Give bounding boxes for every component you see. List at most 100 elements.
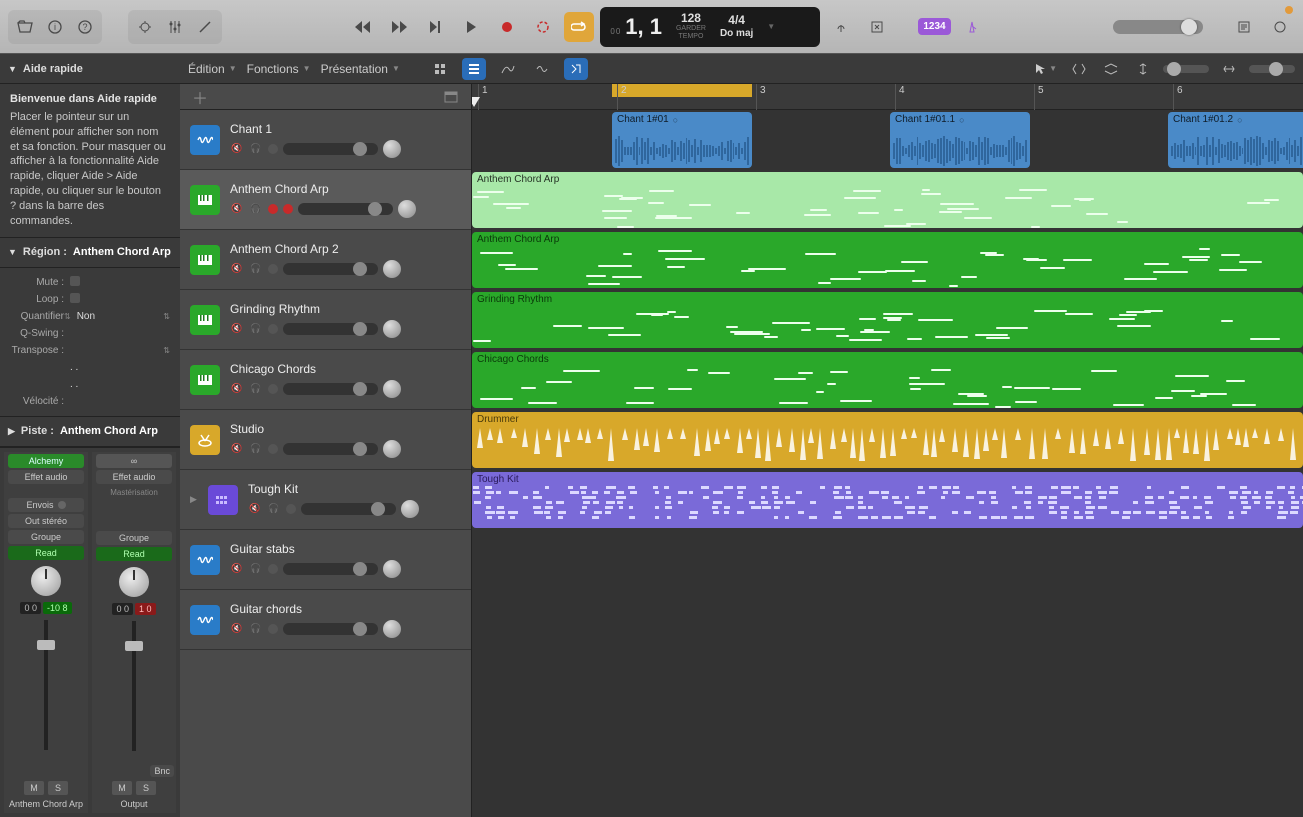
pan-knob[interactable] (383, 620, 401, 638)
list-view-button[interactable] (462, 58, 486, 80)
mute-icon[interactable]: 🔇 (230, 322, 244, 336)
v-zoom-fit-button[interactable] (1067, 58, 1091, 80)
audio-region[interactable]: Chant 1#01.2○ (1168, 112, 1303, 168)
mute-icon[interactable]: 🔇 (230, 202, 244, 216)
global-tracks-button[interactable] (441, 87, 461, 107)
audio-region[interactable]: Chant 1#01.1○ (890, 112, 1030, 168)
smart-controls-button[interactable] (130, 12, 160, 42)
pan-knob[interactable] (383, 380, 401, 398)
solo-button[interactable]: S (136, 781, 156, 795)
mute-button[interactable]: M (112, 781, 132, 795)
headphones-icon[interactable]: 🎧 (249, 322, 263, 336)
tuner-button[interactable] (826, 12, 856, 42)
audio-fx-slot[interactable]: Effet audio (96, 470, 172, 484)
qswing-row[interactable]: Q-Swing : (10, 325, 170, 342)
track-row[interactable]: Chicago Chords🔇🎧 (180, 350, 471, 410)
headphones-icon[interactable]: 🎧 (249, 202, 263, 216)
automation-button[interactable] (496, 58, 520, 80)
pan-knob[interactable] (383, 440, 401, 458)
track-row[interactable]: Guitar chords🔇🎧 (180, 590, 471, 650)
mute-row[interactable]: Mute : (10, 274, 170, 291)
volume-slider[interactable] (283, 263, 378, 275)
velocity-row[interactable]: Vélocité : (10, 393, 170, 410)
edit-menu[interactable]: Édition▼ (188, 62, 237, 76)
volume-slider[interactable] (283, 143, 378, 155)
functions-menu[interactable]: Fonctions▼ (247, 62, 311, 76)
inspector-button[interactable]: i (40, 12, 70, 42)
volume-slider[interactable] (283, 383, 378, 395)
h-zoom-fit-button[interactable] (1099, 58, 1123, 80)
catch-button[interactable] (564, 58, 588, 80)
volume-slider[interactable] (283, 563, 378, 575)
volume-fader[interactable] (94, 621, 174, 761)
library-button[interactable] (10, 12, 40, 42)
pan-knob[interactable] (383, 320, 401, 338)
midi-region[interactable]: Anthem Chord Arp (472, 172, 1303, 228)
kit-region[interactable]: Tough Kit (472, 472, 1303, 528)
view-menu[interactable]: Présentation▼ (321, 62, 400, 76)
volume-fader[interactable] (6, 620, 86, 775)
loops-button[interactable] (1265, 12, 1295, 42)
skip-forward-button[interactable] (420, 12, 450, 42)
ruler[interactable]: 123456 (472, 84, 1303, 110)
record-enable[interactable] (268, 324, 278, 334)
pan-knob[interactable] (31, 566, 61, 596)
lcd-dropdown-icon[interactable]: ▼ (767, 22, 775, 31)
group-slot[interactable]: Groupe (8, 530, 84, 544)
headphones-icon[interactable]: 🎧 (249, 562, 263, 576)
help-button[interactable]: ? (70, 12, 100, 42)
mute-icon[interactable]: 🔇 (248, 502, 262, 516)
count-in-button[interactable] (862, 12, 892, 42)
loop-button[interactable] (564, 12, 594, 42)
v-zoom-slider[interactable] (1163, 65, 1209, 73)
volume-slider[interactable] (283, 623, 378, 635)
headphones-icon[interactable]: 🎧 (249, 142, 263, 156)
record-enable[interactable] (268, 564, 278, 574)
midi-region[interactable]: Anthem Chord Arp (472, 232, 1303, 288)
pan-knob[interactable] (383, 560, 401, 578)
track-row[interactable]: Anthem Chord Arp🔇🎧 (180, 170, 471, 230)
audio-region[interactable]: Chant 1#01○ (612, 112, 752, 168)
notes-button[interactable] (1229, 12, 1259, 42)
quick-help-header[interactable]: ▼ Aide rapide (0, 54, 180, 84)
record-enable[interactable] (268, 204, 278, 214)
pointer-tool[interactable]: ▼ (1035, 63, 1057, 75)
pan-knob[interactable] (398, 200, 416, 218)
editor-button[interactable] (190, 12, 220, 42)
audio-fx-slot[interactable]: Effet audio (8, 470, 84, 484)
record-enable[interactable] (268, 624, 278, 634)
mute-checkbox[interactable] (70, 276, 80, 286)
region-header[interactable]: ▼ Région : Anthem Chord Arp (0, 238, 180, 268)
master-volume-slider[interactable] (1113, 20, 1203, 34)
track-row[interactable]: Studio🔇🎧 (180, 410, 471, 470)
headphones-icon[interactable]: 🎧 (249, 622, 263, 636)
input-monitor[interactable] (283, 204, 293, 214)
add-track-button[interactable]: ＋ (190, 87, 210, 107)
headphones-icon[interactable]: 🎧 (267, 502, 281, 516)
volume-slider[interactable] (301, 503, 396, 515)
play-button[interactable] (456, 12, 486, 42)
quantize-row[interactable]: Quantifier⇅Non⇅ (10, 308, 170, 325)
track-row[interactable]: Anthem Chord Arp 2🔇🎧 (180, 230, 471, 290)
cycle-button[interactable] (528, 12, 558, 42)
volume-slider[interactable] (283, 443, 378, 455)
pan-knob[interactable] (383, 260, 401, 278)
track-row[interactable]: ▶Tough Kit🔇🎧 (180, 470, 471, 530)
loop-row[interactable]: Loop : (10, 291, 170, 308)
record-enable[interactable] (286, 504, 296, 514)
pan-knob[interactable] (401, 500, 419, 518)
mute-icon[interactable]: 🔇 (230, 622, 244, 636)
mute-icon[interactable]: 🔇 (230, 442, 244, 456)
loop-checkbox[interactable] (70, 293, 80, 303)
track-row[interactable]: Guitar stabs🔇🎧 (180, 530, 471, 590)
transpose-row[interactable]: Transpose :⇅ (10, 342, 170, 359)
mute-button[interactable]: M (24, 781, 44, 795)
headphones-icon[interactable]: 🎧 (249, 442, 263, 456)
mute-icon[interactable]: 🔇 (230, 562, 244, 576)
rewind-button[interactable] (348, 12, 378, 42)
headphones-icon[interactable]: 🎧 (249, 382, 263, 396)
stereo-out-icon[interactable]: ∞ (96, 454, 172, 468)
pan-knob[interactable] (383, 140, 401, 158)
midi-region[interactable]: Grinding Rhythm (472, 292, 1303, 348)
midi-region[interactable]: Chicago Chords (472, 352, 1303, 408)
